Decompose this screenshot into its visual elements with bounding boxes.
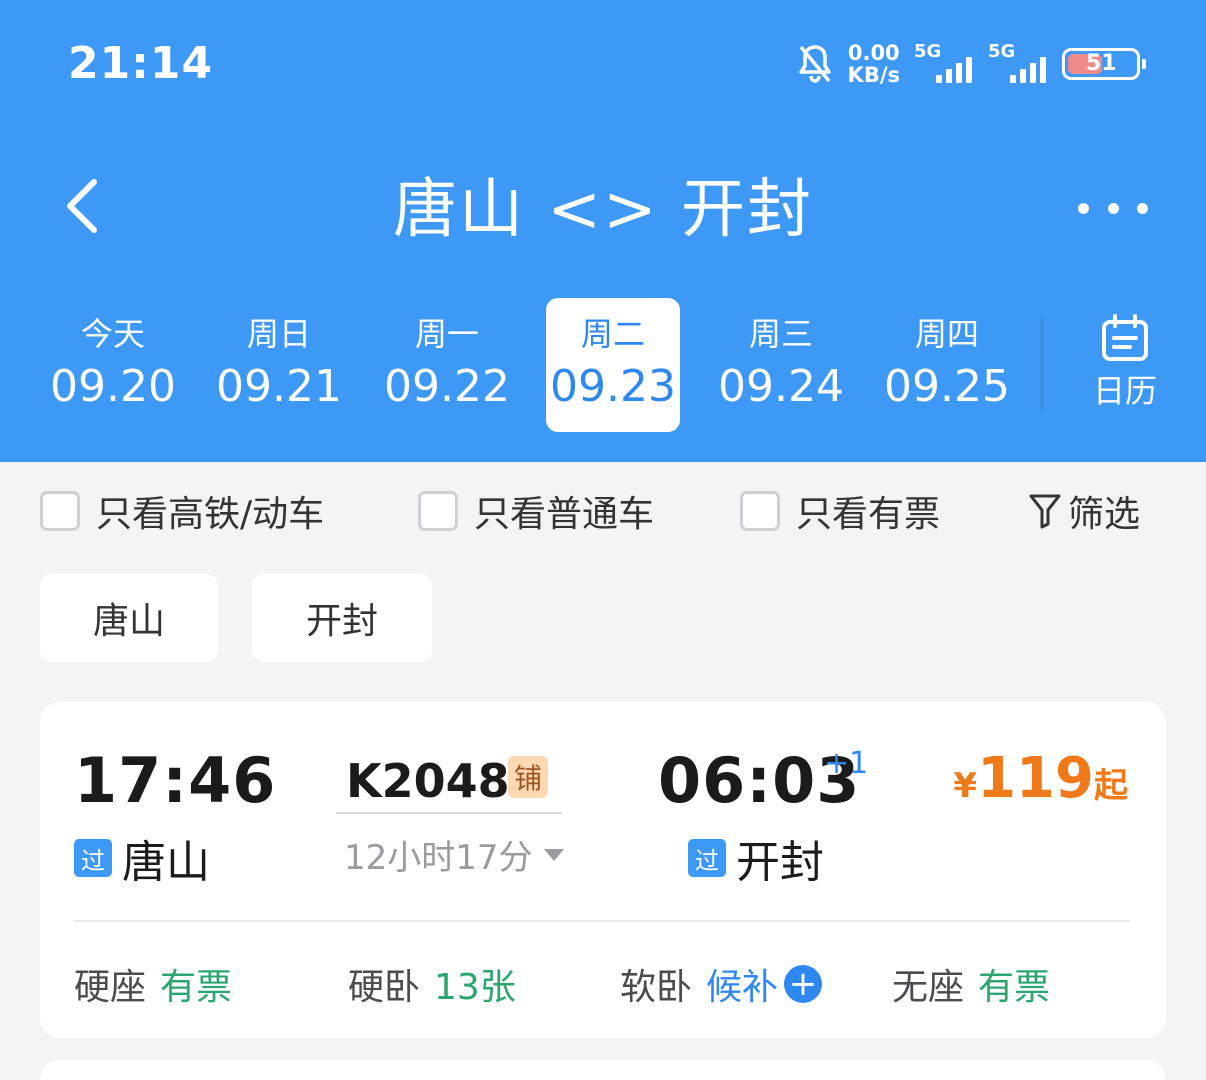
seat-hard-sleeper: 硬卧 13张: [348, 967, 516, 1008]
filter-button[interactable]: 筛选: [1028, 486, 1140, 536]
calendar-icon: [1102, 314, 1148, 361]
pass-through-badge: 过: [74, 839, 112, 877]
station-chip-arrive[interactable]: 开封: [252, 574, 432, 662]
next-day-marker: +1: [824, 746, 869, 781]
next-train-card[interactable]: [40, 1060, 1166, 1080]
price: ¥119起: [953, 746, 1128, 811]
page-title: 唐山 <> 开封: [393, 173, 813, 247]
funnel-icon: [1029, 494, 1061, 529]
signal-2-icon: 5G: [988, 41, 1048, 87]
seat-hard-seat: 硬座 有票: [74, 967, 233, 1008]
checkbox-icon: [740, 491, 780, 531]
date-tab-5[interactable]: 周四 09.25: [880, 298, 1014, 432]
filter-available-checkbox[interactable]: 只看有票: [740, 486, 940, 536]
filter-high-speed-checkbox[interactable]: 只看高铁/动车: [40, 486, 324, 536]
filter-normal-train-checkbox[interactable]: 只看普通车: [418, 486, 654, 536]
depart-time: 17:46: [74, 744, 277, 817]
filter-bar: 只看高铁/动车 只看普通车 只看有票 筛选: [0, 486, 1206, 536]
bell-off-icon: [798, 45, 831, 83]
train-card[interactable]: 17:46 过 唐山 K2048 铺 12小时17分 06:03 +1 过 开封…: [40, 702, 1166, 1038]
more-button[interactable]: [1078, 190, 1148, 226]
route-line: [336, 812, 562, 814]
add-waitlist-icon[interactable]: +: [784, 965, 823, 1003]
duration-toggle[interactable]: 12小时17分: [344, 830, 565, 879]
card-divider: [74, 920, 1130, 922]
more-dots-icon: [1078, 202, 1089, 214]
top-bar: 21:14 0.00 KB/s 5G 5G 51 唐山 <> 开封 今天 09.…: [0, 0, 1206, 462]
sleeper-badge: 铺: [508, 756, 548, 798]
arrive-station: 过 开封: [688, 826, 824, 890]
signal-1-icon: 5G: [914, 41, 974, 87]
checkbox-icon: [40, 491, 80, 531]
date-tab-1[interactable]: 周日 09.21: [212, 298, 346, 432]
caret-down-icon: [543, 848, 564, 861]
station-chip-depart[interactable]: 唐山: [40, 574, 218, 662]
date-tab-3-selected[interactable]: 周二 09.23: [546, 298, 680, 432]
date-tab-0[interactable]: 今天 09.20: [46, 298, 180, 432]
status-icons: 0.00 KB/s 5G 5G 51: [796, 38, 1146, 90]
checkbox-icon: [418, 491, 458, 531]
date-tab-2[interactable]: 周一 09.22: [380, 298, 514, 432]
network-speed: 0.00 KB/s: [847, 41, 900, 87]
date-divider: [1040, 316, 1044, 412]
calendar-button[interactable]: 日历: [1080, 314, 1170, 412]
pass-through-badge: 过: [688, 839, 726, 877]
depart-station: 过 唐山: [74, 826, 210, 890]
seat-soft-sleeper[interactable]: 软卧 候补 +: [620, 958, 823, 1010]
status-time: 21:14: [68, 38, 214, 89]
battery-icon: 51: [1062, 48, 1146, 80]
seat-no-seat: 无座 有票: [892, 967, 1051, 1008]
date-tab-4[interactable]: 周三 09.24: [714, 298, 848, 432]
train-number: K2048: [346, 754, 510, 808]
